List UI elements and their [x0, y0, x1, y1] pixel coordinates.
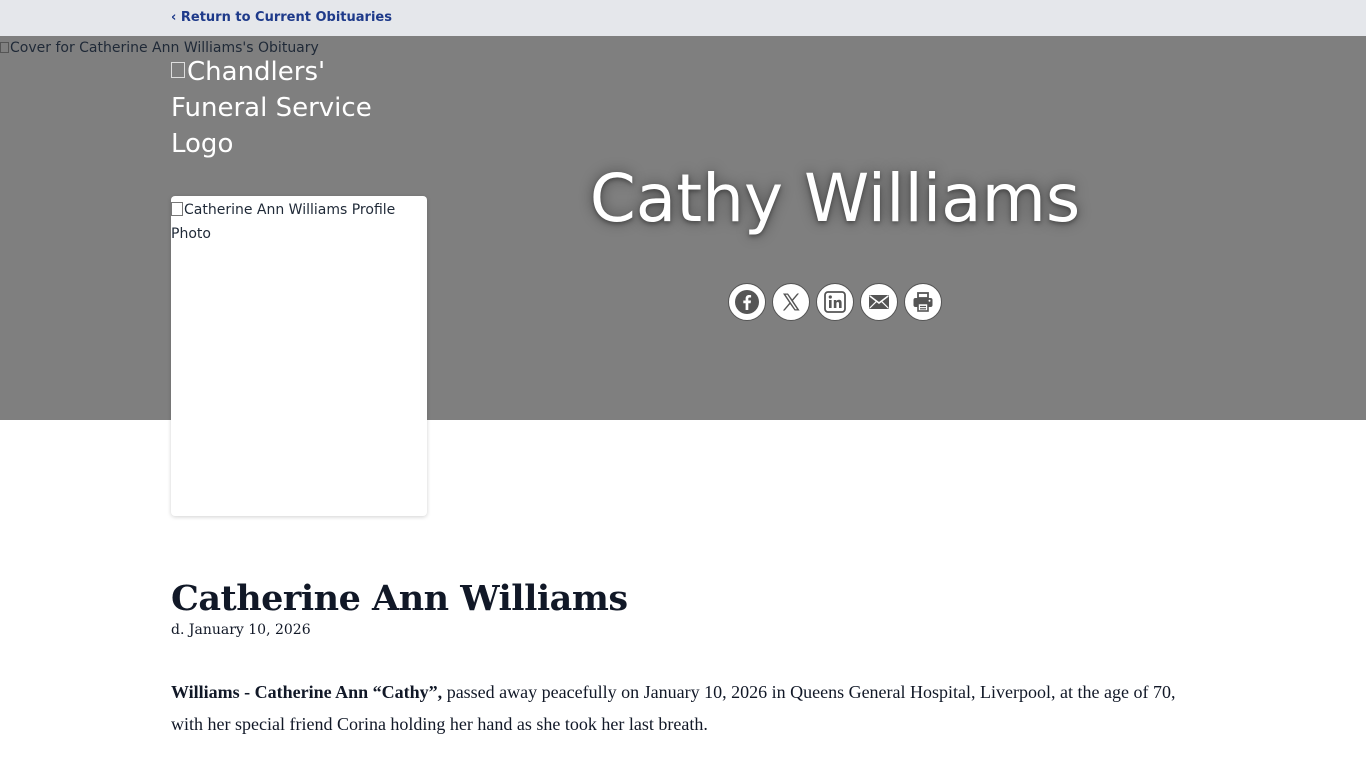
top-bar: ‹ Return to Current Obituaries	[0, 0, 1366, 36]
share-linkedin-button[interactable]	[816, 283, 854, 321]
share-buttons	[728, 283, 942, 321]
funeral-home-logo[interactable]: Chandlers' Funeral Service Logo	[171, 54, 411, 162]
profile-photo-alt-text: Catherine Ann Williams Profile Photo	[171, 202, 396, 242]
print-icon	[913, 292, 933, 312]
hero-display-name: Cathy Williams	[589, 160, 1081, 237]
return-to-obituaries-link[interactable]: ‹ Return to Current Obituaries	[171, 10, 392, 25]
profile-photo: Catherine Ann Williams Profile Photo	[171, 198, 421, 246]
linkedin-icon	[824, 291, 846, 313]
death-date: d. January 10, 2026	[171, 622, 311, 638]
deceased-full-name: Catherine Ann Williams	[171, 578, 628, 619]
profile-photo-card: Catherine Ann Williams Profile Photo	[171, 196, 427, 516]
share-facebook-button[interactable]	[728, 283, 766, 321]
x-icon	[782, 293, 800, 311]
broken-image-icon	[0, 42, 9, 53]
email-icon	[869, 295, 889, 309]
print-button[interactable]	[904, 283, 942, 321]
obituary-paragraph: Williams - Catherine Ann “Cathy”, passed…	[171, 676, 1195, 740]
obituary-lead-bold: Williams - Catherine Ann “Cathy”,	[171, 682, 443, 702]
share-x-button[interactable]	[772, 283, 810, 321]
share-email-button[interactable]	[860, 283, 898, 321]
logo-alt-text: Chandlers' Funeral Service Logo	[171, 57, 372, 159]
broken-image-icon	[171, 62, 185, 78]
facebook-icon	[735, 290, 759, 314]
broken-image-icon	[171, 202, 183, 216]
